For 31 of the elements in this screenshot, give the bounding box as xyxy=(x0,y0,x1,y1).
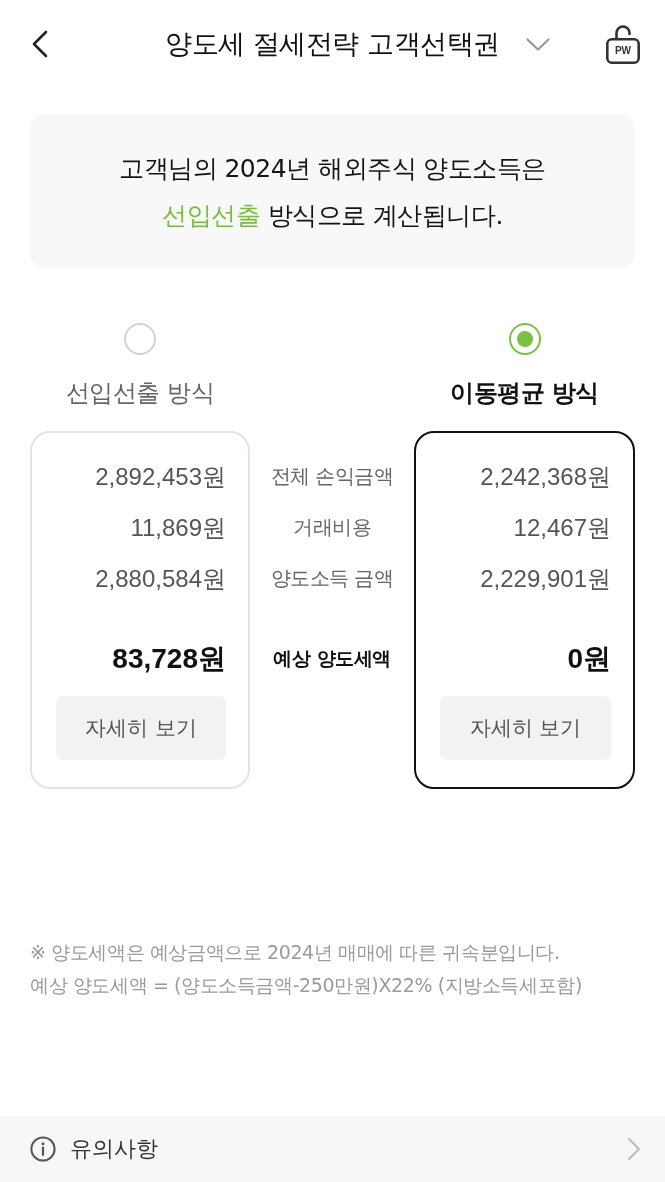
footnote-text: ※ 양도세액은 예상금액으로 2024년 매매에 따른 귀속분입니다. xyxy=(30,940,561,965)
lock-icon xyxy=(606,24,640,64)
radio-button[interactable] xyxy=(508,323,541,355)
tax-amount: 0원 xyxy=(567,642,611,676)
back-button[interactable] xyxy=(32,30,48,58)
row-label: 전체 손익금액 xyxy=(270,463,394,490)
amount-value: 2,229,901원 xyxy=(480,563,611,594)
back-icon xyxy=(32,30,48,58)
method-name: 선입선출 방식 xyxy=(65,378,215,409)
amount-value: 2,892,453원 xyxy=(95,461,226,492)
chevron-down-icon xyxy=(525,37,550,51)
tax-amount: 83,728원 xyxy=(112,642,226,676)
method-name: 이동평균 방식 xyxy=(450,378,599,409)
detail-button[interactable]: 자세히 보기 xyxy=(440,696,611,760)
amount-value: 11,869원 xyxy=(130,512,226,543)
info-icon xyxy=(30,1136,56,1162)
chevron-right-icon xyxy=(627,1137,641,1161)
footnote-text: 예상 양도세액 = (양도소득금액-250만원)X22% (지방소득세포함) xyxy=(30,973,583,998)
amount-value: 2,242,368원 xyxy=(480,461,611,492)
detail-button[interactable]: 자세히 보기 xyxy=(56,696,226,760)
radio-button[interactable] xyxy=(124,323,156,355)
notice-row[interactable]: 유의사항 xyxy=(0,1116,665,1182)
row-label: 거래비용 xyxy=(293,514,371,541)
amount-value: 12,467원 xyxy=(513,512,611,543)
password-lock-button[interactable]: PW xyxy=(606,24,640,64)
page-title: 양도세 절세전략 고객선택권 xyxy=(165,27,500,61)
notice-text: 고객님의 2024년 해외주식 양도소득은 선입선출 방식으로 계산됩니다. xyxy=(118,153,547,232)
row-label: 양도소득 금액 xyxy=(270,565,394,592)
amount-value: 2,880,584원 xyxy=(95,563,226,594)
tax-label: 예상 양도세액 xyxy=(273,646,391,671)
dropdown-button[interactable] xyxy=(525,37,550,51)
